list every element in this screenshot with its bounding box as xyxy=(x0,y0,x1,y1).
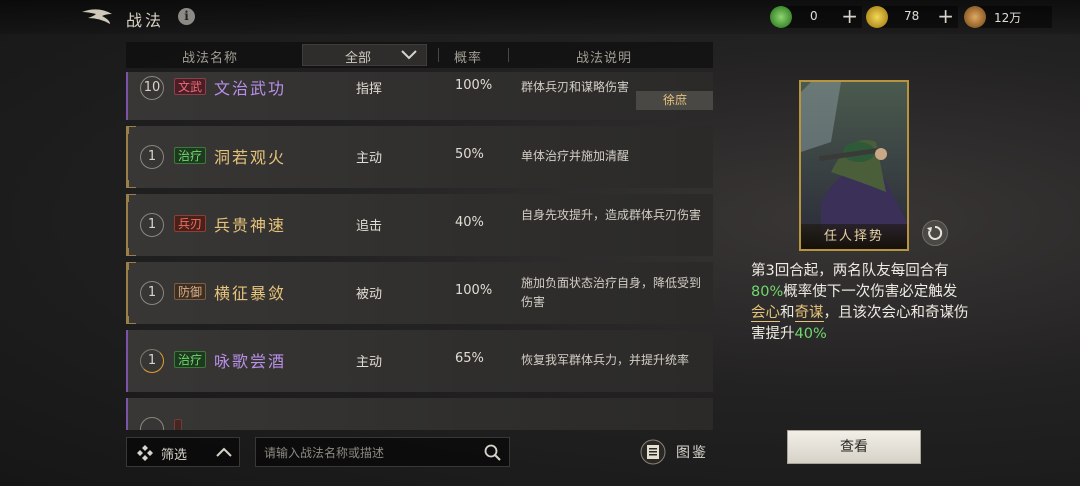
tactic-row[interactable]: 10 文武 文治武功 指挥 100% 群体兵刃和谋略伤害 徐庶 xyxy=(126,72,713,120)
column-rate: 概率 xyxy=(454,51,483,66)
tactic-type: 主动 xyxy=(356,151,383,166)
currency-amount: 0 xyxy=(810,9,818,23)
level-badge: 10 xyxy=(140,76,164,100)
type-filter-dropdown[interactable]: 全部 xyxy=(302,44,427,66)
tactic-desc: 单体治疗并施加清醒 xyxy=(521,149,630,163)
corner-ornament xyxy=(128,262,136,270)
level-badge: 1 xyxy=(140,281,164,305)
desc-keyword-link[interactable]: 会心 xyxy=(751,305,780,322)
tactic-name: 洞若观火 xyxy=(214,148,287,167)
desc-text: 概率使下一次伤害必定触发 xyxy=(783,284,958,300)
currency-copper: 12万 xyxy=(964,6,1052,28)
corner-ornament xyxy=(128,194,136,202)
add-gold-button[interactable]: + xyxy=(937,4,954,28)
currency-jade: 0 + xyxy=(770,4,862,28)
info-icon[interactable]: i xyxy=(178,8,195,25)
currency-amount: 12万 xyxy=(994,11,1022,25)
filter-label: 筛选 xyxy=(161,448,188,463)
tactic-type: 被动 xyxy=(356,287,383,302)
page-title: 战法 xyxy=(126,11,165,30)
tactic-type: 指挥 xyxy=(356,82,383,97)
tactic-row[interactable]: 1 治疗 咏歌尝酒 主动 65% 恢复我军群体兵力，并提升统率 xyxy=(126,330,713,392)
tactic-type: 主动 xyxy=(356,355,383,370)
tactic-row[interactable]: 1 兵刃 兵贵神速 追击 40% 自身先攻提升，造成群体兵刃伤害 xyxy=(126,194,713,256)
tactic-list[interactable]: 10 文武 文治武功 指挥 100% 群体兵刃和谋略伤害 徐庶 1 治疗 洞若观… xyxy=(126,72,713,430)
add-jade-button[interactable]: + xyxy=(841,4,858,28)
level-badge xyxy=(140,417,164,430)
desc-highlight: 40% xyxy=(794,326,827,342)
diamond-grid-icon xyxy=(137,445,153,461)
column-desc: 战法说明 xyxy=(576,51,633,66)
corner-ornament xyxy=(128,126,136,134)
tactic-name: 横征暴敛 xyxy=(214,284,287,303)
gold-coin-icon xyxy=(866,6,888,28)
tactic-tag: 兵刃 xyxy=(174,215,207,232)
filter-button[interactable]: 筛选 xyxy=(126,437,240,467)
tactic-description: 第3回合起，两名队友每回合有80%概率使下一次伤害必定触发会心和奇谋，且该次会心… xyxy=(751,261,971,345)
tactic-type: 追击 xyxy=(356,219,383,234)
corner-ornament xyxy=(128,316,136,324)
filter-value: 全部 xyxy=(345,51,372,66)
tactic-tag: 治疗 xyxy=(174,351,207,368)
level-badge: 1 xyxy=(140,145,164,169)
desc-text: 第3回合起，两名队友每回合有 xyxy=(751,263,949,279)
book-icon xyxy=(640,439,666,465)
tactic-row[interactable] xyxy=(126,398,713,430)
tactic-rate: 40% xyxy=(455,215,484,230)
tactic-card: 任人择势 xyxy=(799,80,909,251)
catalog-button[interactable]: 图鉴 xyxy=(640,439,715,465)
tactic-tag xyxy=(174,419,182,430)
chevron-down-icon xyxy=(401,50,417,60)
tactic-rate: 100% xyxy=(455,283,493,298)
currency-amount: 78 xyxy=(904,9,920,23)
tactic-desc: 恢复我军群体兵力，并提升统率 xyxy=(521,353,690,367)
tactic-desc: 自身先攻提升，造成群体兵刃伤害 xyxy=(521,208,702,222)
tactic-name: 文治武功 xyxy=(214,79,287,98)
tactic-row[interactable]: 1 治疗 洞若观火 主动 50% 单体治疗并施加清醒 xyxy=(126,126,713,188)
tactic-rate: 100% xyxy=(455,78,493,93)
top-bar: 战法 i 0 + 78 + 12万 xyxy=(0,0,1080,34)
corner-ornament xyxy=(128,248,136,256)
tactic-tag: 治疗 xyxy=(174,147,207,164)
corner-ornament xyxy=(128,180,136,188)
level-badge: 1 xyxy=(140,213,164,237)
desc-highlight: 80% xyxy=(751,284,784,300)
tactic-rate: 65% xyxy=(455,351,484,366)
owner-badge: 徐庶 xyxy=(636,91,713,110)
divider xyxy=(438,48,439,62)
search-input[interactable] xyxy=(264,443,474,463)
catalog-label: 图鉴 xyxy=(676,445,708,461)
column-name: 战法名称 xyxy=(182,51,239,66)
divider xyxy=(508,48,509,62)
tactic-rate: 50% xyxy=(455,147,484,162)
desc-text: 和 xyxy=(780,305,795,321)
desc-keyword-link[interactable]: 奇谋 xyxy=(794,305,824,322)
tactic-row[interactable]: 1 防御 横征暴敛 被动 100% 施加负面状态治疗自身，降低受到伤害 xyxy=(126,262,713,324)
level-badge: 1 xyxy=(140,349,164,373)
card-title: 任人择势 xyxy=(801,224,907,249)
jade-coin-icon xyxy=(770,6,792,28)
tactic-tag: 防御 xyxy=(174,283,207,300)
table-header: 战法名称 全部 概率 战法说明 xyxy=(126,42,713,68)
tactic-desc: 施加负面状态治疗自身，降低受到伤害 xyxy=(521,276,702,309)
search-box xyxy=(255,437,510,467)
copper-coin-icon xyxy=(964,6,986,28)
tactic-tag: 文武 xyxy=(174,78,207,95)
chevron-up-icon xyxy=(216,447,232,457)
back-icon[interactable] xyxy=(80,6,116,28)
tactic-name: 兵贵神速 xyxy=(214,216,287,235)
view-button[interactable]: 查看 xyxy=(787,430,921,464)
reset-icon[interactable] xyxy=(922,220,948,246)
tactic-name: 咏歌尝酒 xyxy=(214,352,287,371)
search-icon[interactable] xyxy=(484,444,501,461)
currency-gold: 78 + xyxy=(866,4,958,28)
